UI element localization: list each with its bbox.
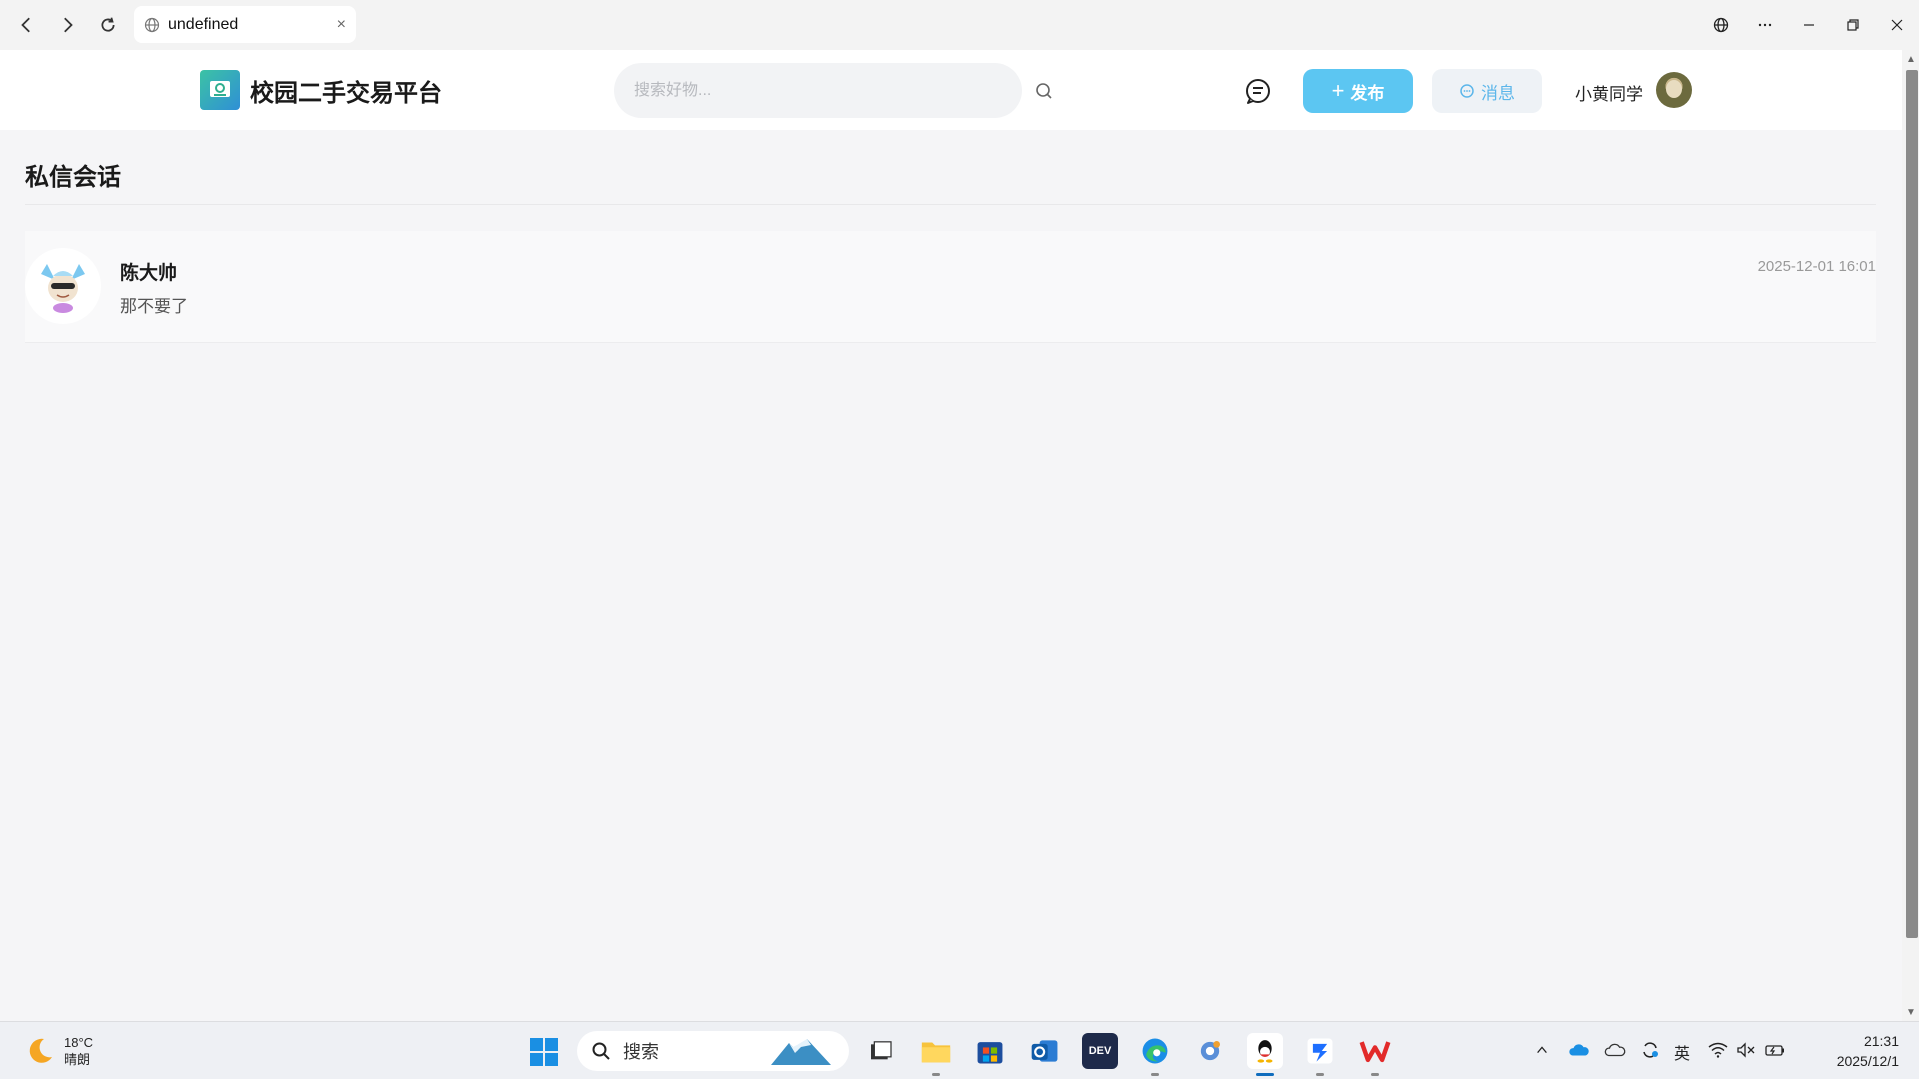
moon-icon [29, 1038, 52, 1063]
browser-tab[interactable]: undefined × [134, 6, 356, 43]
minimize-icon[interactable] [1787, 0, 1831, 50]
contact-name: 陈大帅 [120, 263, 178, 284]
conversation-item[interactable]: 陈大帅 那不要了 2025-12-01 16:01 [25, 231, 1876, 343]
globe-icon [144, 17, 160, 32]
close-icon[interactable] [1875, 0, 1919, 50]
wps-icon[interactable] [1357, 1033, 1393, 1076]
onedrive-icon[interactable] [1568, 1042, 1590, 1063]
site-name: 校园二手交易平台 [250, 79, 442, 107]
wifi-icon[interactable] [1708, 1042, 1728, 1063]
logo-icon [200, 70, 240, 110]
weather-widget[interactable]: 18°C 晴朗 [24, 1034, 93, 1068]
scroll-up-icon[interactable]: ▲ [1906, 54, 1916, 65]
edge-icon[interactable] [1137, 1033, 1173, 1076]
tab-close-icon[interactable]: × [337, 16, 346, 34]
settings-icon[interactable] [1192, 1033, 1228, 1069]
publish-label: 发布 [1350, 83, 1385, 103]
browser-toolbar: undefined × [0, 0, 1919, 50]
ime-indicator[interactable]: 英 [1674, 1040, 1690, 1064]
weather-desc: 晴朗 [64, 1052, 91, 1067]
outlook-icon[interactable] [1027, 1033, 1063, 1069]
taskbar-search-label: 搜索 [623, 1042, 659, 1062]
qq-icon[interactable] [1247, 1033, 1283, 1076]
scroll-thumb[interactable] [1906, 70, 1918, 938]
scroll-down-icon[interactable]: ▼ [1906, 1007, 1916, 1018]
page-viewport: 校园二手交易平台 + 发布 消息 小黄同学 私信会话 [0, 50, 1902, 1021]
os-taskbar: 18°C 晴朗 搜索 DEV 英 21:31 2025/12/1 [0, 1021, 1919, 1079]
weather-temp: 18°C [64, 1035, 94, 1050]
messages-label: 消息 [1481, 83, 1515, 103]
browser-globe-icon[interactable] [1699, 0, 1743, 50]
user-name[interactable]: 小黄同学 [1575, 80, 1643, 105]
dev-home-icon[interactable]: DEV [1082, 1033, 1118, 1069]
forward-icon[interactable] [47, 5, 87, 45]
system-clock[interactable]: 21:31 2025/12/1 [1837, 1031, 1899, 1071]
search-input[interactable] [614, 63, 1022, 118]
back-icon[interactable] [7, 5, 47, 45]
battery-icon[interactable] [1764, 1042, 1786, 1063]
page-scrollbar[interactable]: ▲ ▼ [1902, 50, 1919, 1021]
contact-avatar [25, 248, 101, 324]
tencent-docs-icon[interactable] [1302, 1033, 1338, 1076]
microsoft-store-icon[interactable] [972, 1033, 1008, 1069]
more-options-icon[interactable] [1743, 0, 1787, 50]
taskbar-search[interactable]: 搜索 [577, 1031, 849, 1071]
system-tray: 英 [1530, 1040, 1786, 1064]
sync-icon[interactable] [1640, 1040, 1660, 1065]
message-icon [1460, 84, 1474, 98]
plus-icon: + [1331, 78, 1345, 103]
search-icon[interactable] [1034, 81, 1054, 101]
windows-start-icon[interactable] [528, 1036, 560, 1068]
clock-time: 21:31 [1863, 1033, 1899, 1049]
user-avatar[interactable] [1656, 72, 1692, 108]
window-controls [1699, 0, 1919, 50]
search-highlight-icon [771, 1039, 831, 1065]
show-hidden-icons-icon[interactable] [1530, 1043, 1554, 1062]
page-title: 私信会话 [25, 164, 121, 191]
cloud-icon[interactable] [1604, 1042, 1626, 1063]
task-view-icon[interactable] [863, 1033, 899, 1069]
restore-icon[interactable] [1831, 0, 1875, 50]
refresh-icon[interactable] [88, 5, 128, 45]
volume-muted-icon[interactable] [1736, 1041, 1756, 1063]
site-header: 校园二手交易平台 + 发布 消息 小黄同学 [0, 50, 1902, 130]
last-message: 那不要了 [120, 297, 188, 316]
site-logo[interactable]: 校园二手交易平台 [200, 70, 442, 110]
taskbar-search-icon [592, 1042, 610, 1060]
file-explorer-icon[interactable] [918, 1033, 954, 1076]
message-time: 2025-12-01 16:01 [1757, 258, 1876, 275]
divider [25, 204, 1876, 205]
tab-title: undefined [168, 15, 239, 33]
chat-bubble-icon[interactable] [1243, 76, 1273, 106]
publish-button[interactable]: + 发布 [1303, 69, 1413, 113]
messages-button[interactable]: 消息 [1432, 69, 1542, 113]
clock-date: 2025/12/1 [1836, 1053, 1899, 1069]
